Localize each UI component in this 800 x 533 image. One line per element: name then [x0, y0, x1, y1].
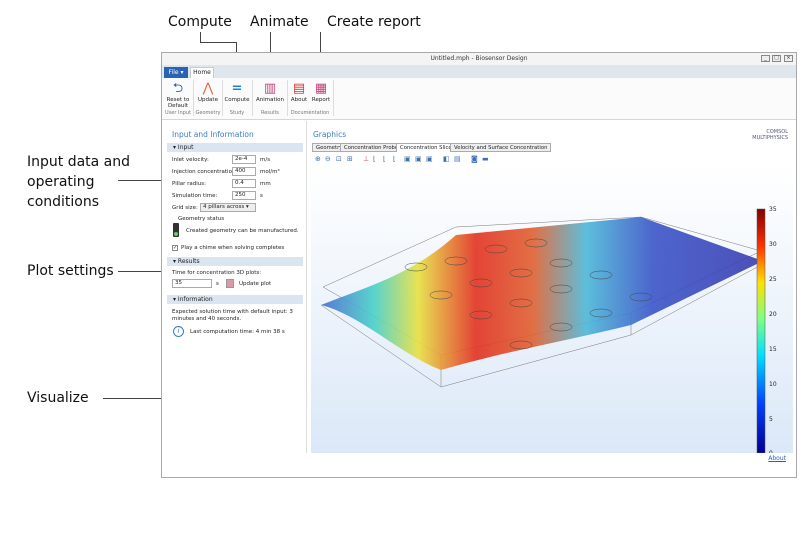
colorbar-tick: 5: [769, 416, 773, 423]
window-title: Untitled.mph - Biosensor Design: [430, 55, 528, 62]
compute-button[interactable]: = Compute: [224, 80, 250, 103]
print-icon[interactable]: ▬: [482, 155, 489, 163]
graphics-title: Graphics: [313, 130, 347, 139]
group-study: Study: [229, 110, 245, 116]
compute-icon: =: [231, 81, 243, 96]
injection-concentration-input[interactable]: 400: [232, 167, 256, 176]
input-section-header[interactable]: ▾ Input: [167, 143, 303, 152]
about-link[interactable]: About: [768, 455, 786, 462]
colorbar-tick: 25: [769, 276, 777, 283]
animation-icon: ▥: [263, 81, 277, 96]
zoom-box-icon[interactable]: ⊡: [336, 155, 342, 163]
report-icon: ▦: [314, 81, 328, 96]
update-button[interactable]: ⋀ Update: [195, 80, 221, 103]
unit: s: [260, 193, 263, 199]
title-bar: Untitled.mph - Biosensor Design _ □ ×: [162, 53, 796, 65]
concentration-slice-plot: 35 30 25 20 15 10 5 0: [320, 206, 777, 457]
colorbar-ticks: 35 30 25 20 15 10 5 0: [769, 206, 777, 457]
injection-concentration-label: Injection concentration:: [172, 169, 238, 175]
reset-button[interactable]: ⮌ Reset to Default: [165, 80, 191, 109]
zoom-extents-icon[interactable]: ⊞: [347, 155, 353, 163]
panel-title: Input and Information: [172, 130, 254, 139]
wireframe-icon[interactable]: ▤: [454, 155, 461, 163]
traffic-light-icon: [173, 223, 179, 237]
camera-icon[interactable]: ◙: [471, 155, 478, 163]
view-xy-icon[interactable]: ⌊: [373, 155, 376, 163]
simulation-time-input[interactable]: 250: [232, 191, 256, 200]
colorbar: [756, 208, 766, 454]
colorbar-tick: 35: [769, 206, 777, 213]
inlet-velocity-label: Inlet velocity:: [172, 157, 209, 163]
ribbon: ⮌ Reset to Default ⋀ Update = Compute ▥ Anim…: [162, 78, 796, 120]
callout-plot: Plot settings: [27, 263, 114, 279]
zoom-in-icon[interactable]: ⊕: [315, 155, 321, 163]
comsol-logo: COMSOL MULTIPHYSICS: [752, 129, 788, 141]
unit: m/s: [260, 157, 271, 163]
info-icon: i: [173, 326, 184, 337]
scene-light-icon[interactable]: ▣: [415, 155, 422, 163]
grid-icon[interactable]: ▣: [404, 155, 411, 163]
time-input[interactable]: 35: [172, 279, 212, 288]
colorbar-tick: 0: [769, 450, 773, 453]
colorbar-tick: 20: [769, 311, 777, 318]
pdf-icon: ▤: [292, 81, 306, 96]
callout-visualize: Visualize: [27, 390, 89, 406]
chime-label: Play a chime when solving completes: [181, 245, 285, 251]
about-button[interactable]: ▤ About: [289, 80, 309, 103]
grid-size-label: Grid size:: [172, 205, 198, 211]
callout-input: Input data and operating conditions: [27, 154, 131, 210]
pillar-radius-input[interactable]: 0.4: [232, 179, 256, 188]
minimize-button[interactable]: _: [761, 55, 770, 62]
show-legend-icon[interactable]: ◧: [443, 155, 450, 163]
zoom-out-icon[interactable]: ⊖: [325, 155, 331, 163]
close-button[interactable]: ×: [784, 55, 793, 62]
geometry-status-label: Geometry status: [178, 216, 225, 222]
unit: mm: [260, 181, 271, 187]
graphics-panel: Graphics COMSOL MULTIPHYSICS Geometry Co…: [306, 121, 796, 457]
tab-concentration-slice[interactable]: Concentration Slice: [396, 143, 456, 152]
group-user-input: User Input: [165, 110, 191, 116]
grid-size-select[interactable]: 4 pillars across ▾: [200, 203, 256, 212]
callout-compute: Compute: [168, 14, 232, 30]
tab-velocity-surface[interactable]: Velocity and Surface Concentration: [450, 143, 552, 152]
app-window: Untitled.mph - Biosensor Design _ □ × Fi…: [161, 52, 797, 478]
animation-button[interactable]: ▥ Animation: [255, 80, 285, 103]
information-section-header[interactable]: ▾ Information: [167, 295, 303, 304]
file-tab[interactable]: File ▾: [164, 67, 188, 78]
callout-animate: Animate: [250, 14, 309, 30]
last-computation-time: Last computation time: 4 min 38 s: [190, 329, 285, 335]
update-plot-icon[interactable]: [226, 279, 234, 288]
time-label: Time for concentration 3D plots:: [172, 270, 262, 276]
update-plot-button[interactable]: Update plot: [239, 281, 271, 287]
geometry-status-text: Created geometry can be manufactured.: [186, 228, 299, 234]
unit: s: [216, 281, 219, 287]
group-results: Results: [260, 110, 280, 116]
unit: mol/m³: [260, 169, 280, 175]
concentration-surface: [321, 217, 763, 370]
simulation-time-label: Simulation time:: [172, 193, 218, 199]
chime-checkbox[interactable]: ✓: [172, 245, 178, 251]
inlet-velocity-input[interactable]: 2e-4: [232, 155, 256, 164]
colorbar-tick: 30: [769, 241, 777, 248]
view-yz-icon[interactable]: ⌊: [383, 155, 386, 163]
view-zx-icon[interactable]: ⌊: [393, 155, 396, 163]
group-documentation: Documentation: [290, 110, 330, 116]
results-section-header[interactable]: ▾ Results: [167, 257, 303, 266]
axes-icon[interactable]: ⊥: [363, 155, 369, 163]
home-tab[interactable]: Home: [190, 67, 214, 78]
input-panel: Input and Information ▾ Input Inlet velo…: [164, 121, 304, 453]
callout-create-report: Create report: [327, 14, 421, 30]
info-text: Expected solution time with default inpu…: [172, 309, 293, 322]
colorbar-tick: 10: [769, 381, 777, 388]
reset-icon: ⮌: [172, 81, 184, 96]
geometry-icon: ⋀: [202, 81, 214, 96]
transparency-icon[interactable]: ▣: [426, 155, 433, 163]
plot-area[interactable]: 35 30 25 20 15 10 5 0: [311, 165, 793, 457]
maximize-button[interactable]: □: [772, 55, 781, 62]
pillar-radius-label: Pillar radius:: [172, 181, 207, 187]
report-button[interactable]: ▦ Report: [311, 80, 331, 103]
colorbar-tick: 15: [769, 346, 777, 353]
group-geometry: Geometry: [195, 110, 221, 116]
